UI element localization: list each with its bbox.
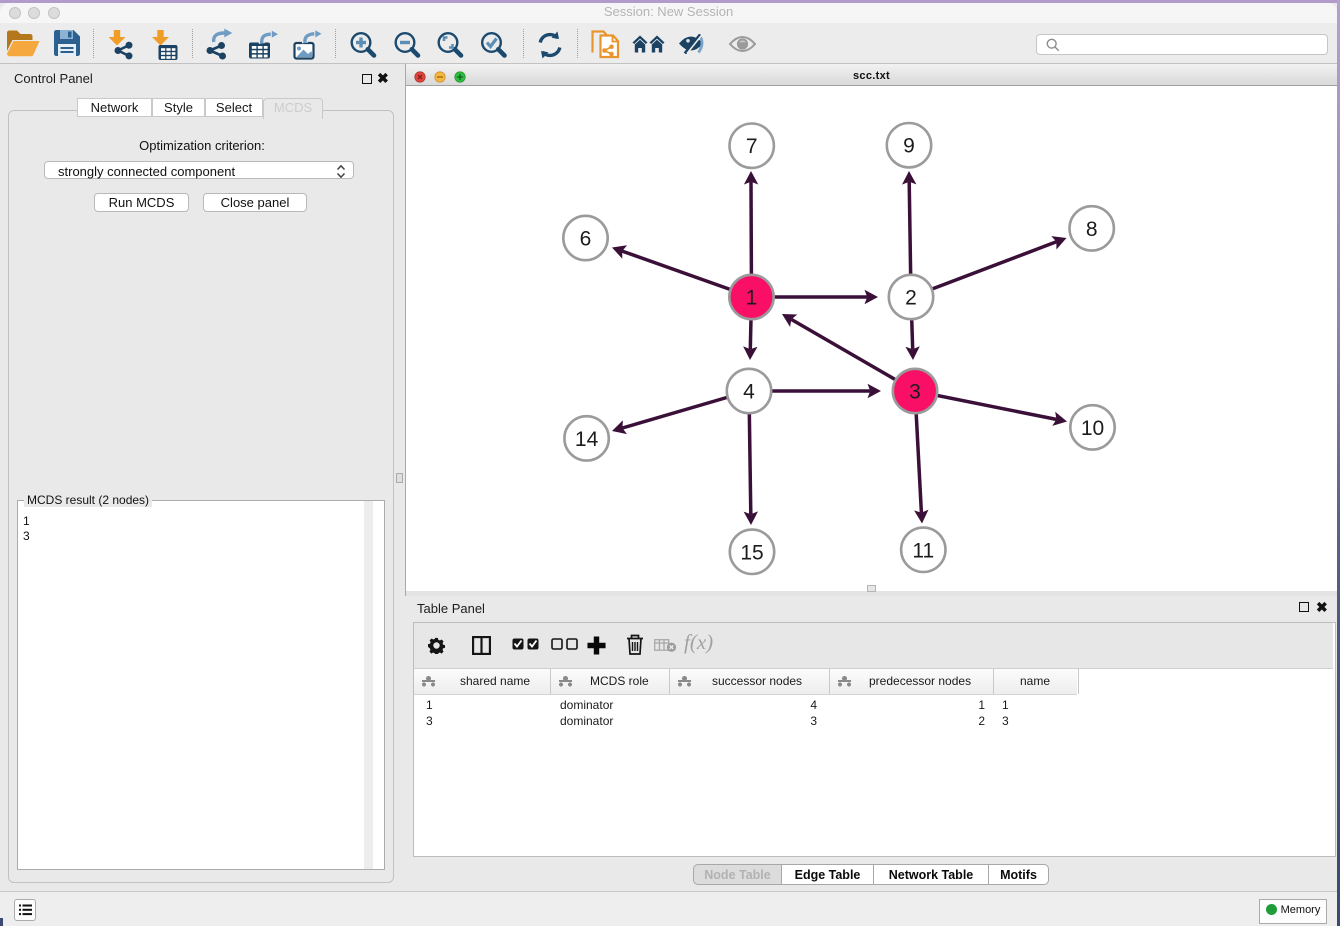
- svg-text:10: 10: [1081, 417, 1104, 440]
- svg-text:14: 14: [575, 428, 599, 451]
- svg-text:2: 2: [905, 287, 917, 310]
- svg-text:1: 1: [746, 287, 758, 310]
- svg-text:9: 9: [903, 135, 915, 158]
- svg-text:11: 11: [912, 539, 934, 562]
- svg-text:6: 6: [580, 228, 592, 251]
- svg-text:3: 3: [909, 381, 921, 404]
- svg-text:15: 15: [740, 541, 763, 564]
- svg-text:8: 8: [1086, 218, 1098, 241]
- svg-text:7: 7: [746, 135, 758, 158]
- svg-text:4: 4: [743, 381, 755, 404]
